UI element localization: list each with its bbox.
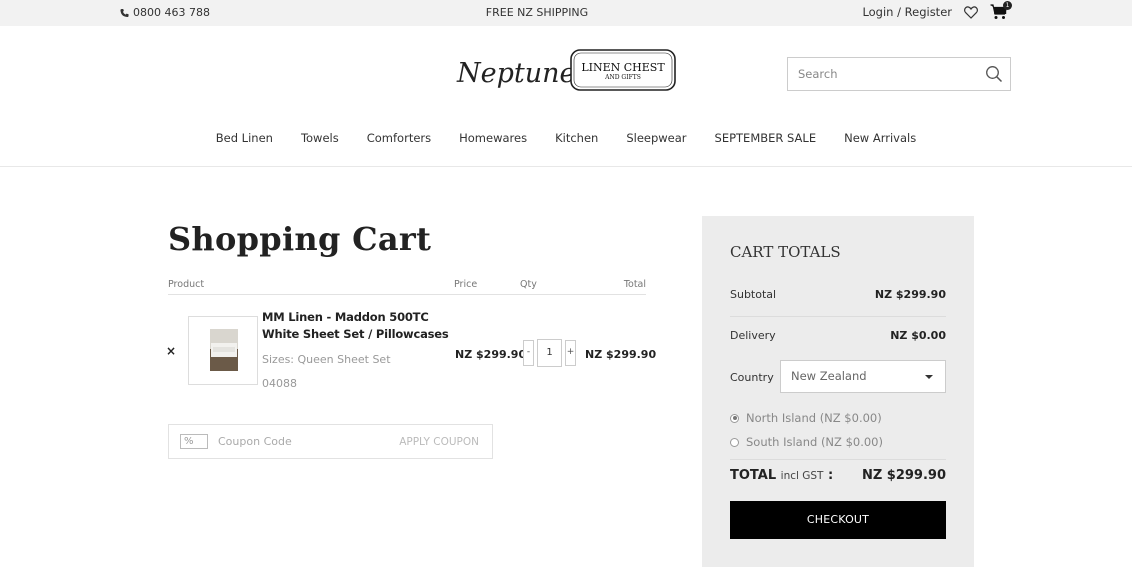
header-price: Price bbox=[454, 279, 478, 290]
remove-item-button[interactable]: × bbox=[166, 344, 176, 358]
apply-coupon-button[interactable]: APPLY COUPON bbox=[399, 436, 479, 448]
qty-input[interactable]: 1 bbox=[537, 339, 562, 367]
main-nav: Bed Linen Towels Comforters Homewares Ki… bbox=[0, 131, 1132, 145]
total-value: NZ $299.90 bbox=[861, 468, 946, 483]
search-box bbox=[787, 57, 1011, 91]
product-size: Sizes: Queen Sheet Set bbox=[262, 353, 391, 366]
top-bar: 0800 463 788 FREE NZ SHIPPING Login / Re… bbox=[0, 0, 1132, 26]
quantity-stepper: - 1 + bbox=[523, 339, 576, 367]
shipping-option-label: North Island (NZ $0.00) bbox=[746, 411, 882, 425]
site-logo[interactable]: Neptune's LINEN CHEST AND GIFTS bbox=[455, 44, 677, 96]
cart-count-badge: 1 bbox=[1003, 1, 1012, 10]
coupon-icon: % bbox=[180, 434, 208, 449]
delivery-value: NZ $0.00 bbox=[890, 329, 946, 342]
page-title: Shopping Cart bbox=[168, 220, 432, 258]
item-price: NZ $299.90 bbox=[455, 348, 527, 361]
total-label-text: TOTAL bbox=[730, 468, 777, 483]
product-sku: 04088 bbox=[262, 377, 297, 390]
coupon-icon-symbol: % bbox=[184, 436, 194, 447]
total-colon: : bbox=[828, 468, 834, 483]
cart-totals-panel: CART TOTALS Subtotal NZ $299.90 Delivery… bbox=[702, 216, 974, 567]
logo-line-1: LINEN CHEST bbox=[581, 61, 665, 74]
total-label: TOTAL incl GST : bbox=[730, 468, 833, 483]
delivery-label: Delivery bbox=[730, 329, 776, 342]
coupon-form: % Coupon Code APPLY COUPON bbox=[168, 424, 493, 459]
qty-decrease-button[interactable]: - bbox=[523, 340, 534, 366]
nav-bed-linen[interactable]: Bed Linen bbox=[216, 131, 273, 145]
shipping-option-north-island[interactable]: North Island (NZ $0.00) bbox=[730, 411, 882, 425]
cart-table-header: Product Price Qty Total bbox=[168, 279, 646, 295]
nav-comforters[interactable]: Comforters bbox=[367, 131, 431, 145]
header-divider bbox=[0, 166, 1132, 167]
chevron-down-icon bbox=[925, 375, 933, 379]
qty-increase-button[interactable]: + bbox=[565, 340, 576, 366]
radio-unselected-icon bbox=[730, 437, 739, 447]
country-value: New Zealand bbox=[791, 369, 867, 383]
search-icon[interactable] bbox=[985, 65, 1003, 83]
subtotal-row: Subtotal NZ $299.90 bbox=[730, 288, 946, 301]
logo-line-2: AND GIFTS bbox=[604, 74, 641, 81]
header-product: Product bbox=[168, 279, 205, 290]
header-total: Total bbox=[623, 279, 646, 290]
nav-september-sale[interactable]: SEPTEMBER SALE bbox=[715, 131, 817, 145]
country-label: Country bbox=[730, 371, 774, 384]
nav-sleepwear[interactable]: Sleepwear bbox=[626, 131, 686, 145]
total-gst-suffix: incl GST bbox=[780, 470, 824, 482]
nav-homewares[interactable]: Homewares bbox=[459, 131, 527, 145]
nav-kitchen[interactable]: Kitchen bbox=[555, 131, 598, 145]
cart-button[interactable]: 1 bbox=[990, 1, 1012, 20]
subtotal-label: Subtotal bbox=[730, 288, 777, 301]
item-total: NZ $299.90 bbox=[585, 348, 657, 361]
totals-divider bbox=[730, 459, 946, 460]
radio-selected-icon bbox=[730, 413, 739, 423]
nav-new-arrivals[interactable]: New Arrivals bbox=[844, 131, 916, 145]
search-input[interactable] bbox=[788, 58, 968, 90]
totals-divider bbox=[730, 316, 946, 317]
cart-totals-heading: CART TOTALS bbox=[730, 243, 841, 261]
nav-towels[interactable]: Towels bbox=[301, 131, 339, 145]
country-select[interactable]: New Zealand bbox=[780, 360, 946, 393]
heart-icon[interactable] bbox=[964, 5, 978, 19]
product-name[interactable]: MM Linen - Maddon 500TC White Sheet Set … bbox=[262, 309, 452, 343]
login-register-link[interactable]: Login / Register bbox=[862, 5, 952, 19]
shipping-option-label: South Island (NZ $0.00) bbox=[746, 435, 883, 449]
shipping-option-south-island[interactable]: South Island (NZ $0.00) bbox=[730, 435, 883, 449]
header-qty: Qty bbox=[520, 279, 537, 290]
delivery-row: Delivery NZ $0.00 bbox=[730, 329, 946, 342]
checkout-button[interactable]: CHECKOUT bbox=[730, 501, 946, 539]
coupon-code-input[interactable]: Coupon Code bbox=[218, 435, 292, 448]
subtotal-value: NZ $299.90 bbox=[874, 288, 946, 301]
product-thumbnail[interactable] bbox=[188, 316, 258, 385]
